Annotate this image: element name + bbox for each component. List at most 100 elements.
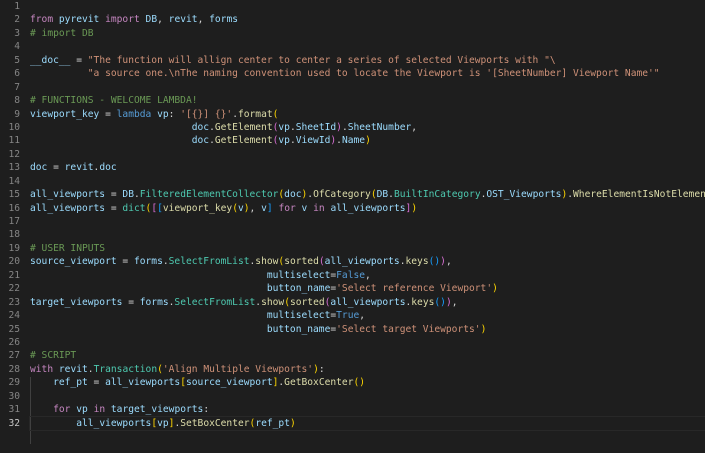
code-line[interactable] xyxy=(30,40,705,53)
code-line[interactable]: all_viewports[vp].SetBoxCenter(ref_pt) xyxy=(29,415,705,432)
code-line[interactable]: all_viewports = DB.FilteredElementCollec… xyxy=(30,188,705,201)
code-token: ) xyxy=(289,417,296,429)
code-line[interactable]: __doc__ = "The function will allign cent… xyxy=(30,54,705,67)
code-token: = xyxy=(122,296,140,308)
code-line[interactable] xyxy=(30,390,705,403)
code-token: 'Select target Viewports' xyxy=(336,323,481,335)
code-token: , xyxy=(197,14,210,26)
line-number: 25 xyxy=(8,323,20,335)
code-line[interactable]: for vp in target_viewports: xyxy=(30,403,705,416)
code-line[interactable]: button_name='Select target Viewports') xyxy=(30,323,705,336)
code-line[interactable]: "a source one.\nThe naming convention us… xyxy=(30,67,705,80)
line-number: 31 xyxy=(8,404,20,416)
code-token: format xyxy=(237,108,273,120)
code-line[interactable]: doc.GetElement(vp.SheetId).SheetNumber, xyxy=(30,121,705,134)
line-number: 12 xyxy=(8,148,20,160)
code-line[interactable]: button_name='Select reference Viewport') xyxy=(30,282,705,295)
code-token: button_name xyxy=(266,323,331,335)
code-line[interactable]: viewport_key = lambda vp: '[{}] {}'.form… xyxy=(30,108,705,121)
code-token: doc xyxy=(284,189,302,201)
line-number: 20 xyxy=(8,256,20,268)
line-number: 18 xyxy=(8,229,20,241)
line-number: 19 xyxy=(8,242,20,254)
code-line[interactable]: target_viewports = forms.SelectFromList.… xyxy=(30,296,705,309)
code-token: dict xyxy=(122,202,146,214)
code-token: for xyxy=(53,404,71,416)
code-line[interactable] xyxy=(30,336,705,349)
code-editor[interactable]: 1 2 3 4 5 6 7 8 9 10 11 12 13 14 15 16 17 18 19 20 21 22 23 24 2… xyxy=(0,0,705,453)
code-line[interactable]: # USER INPUTS xyxy=(30,242,705,255)
code-line[interactable] xyxy=(30,148,705,161)
code-line[interactable] xyxy=(30,175,705,188)
code-token: ViewId xyxy=(295,135,331,147)
code-line[interactable]: from pyrevit import DB, revit, forms xyxy=(30,13,705,26)
code-line[interactable]: doc = revit.doc xyxy=(30,161,705,174)
code-line[interactable] xyxy=(30,81,705,94)
line-number: 21 xyxy=(8,269,20,281)
code-token: SetBoxCenter xyxy=(180,417,250,429)
code-token: doc xyxy=(30,162,48,174)
line-number: 1 xyxy=(14,1,20,12)
code-token: 'Align Multiple Viewports' xyxy=(162,363,314,375)
code-token: = xyxy=(116,256,134,268)
code-token: doc xyxy=(191,135,210,147)
line-number: 10 xyxy=(8,121,20,133)
code-token: source_viewport xyxy=(185,377,273,389)
code-token: = xyxy=(99,108,117,120)
code-token: BuiltInCategory xyxy=(393,189,481,201)
code-token: OfCategory xyxy=(313,189,371,201)
code-line[interactable]: with revit.Transaction('Align Multiple V… xyxy=(30,363,705,376)
code-line[interactable]: ref_pt = all_viewports[source_viewport].… xyxy=(30,376,705,389)
code-token: '[{}] {}' xyxy=(180,108,233,120)
code-token: # FUNCTIONS - WELCOME LAMBDA! xyxy=(30,95,198,107)
code-token: , xyxy=(445,256,452,268)
line-number: 2 xyxy=(14,14,20,26)
code-token: for xyxy=(278,202,296,214)
code-line[interactable] xyxy=(30,0,705,13)
code-token: DB xyxy=(122,189,134,201)
code-token: GetElement xyxy=(214,121,273,133)
code-token: all_viewports xyxy=(330,296,406,308)
code-token: : xyxy=(318,363,325,375)
code-token: vp xyxy=(157,108,169,120)
code-line[interactable] xyxy=(30,215,705,228)
code-token: , xyxy=(157,14,169,26)
code-line[interactable]: # FUNCTIONS - WELCOME LAMBDA! xyxy=(30,94,705,107)
code-token: revit xyxy=(58,363,88,375)
code-token: SelectFromList xyxy=(174,296,256,308)
code-token: # SCRIPT xyxy=(30,350,77,362)
line-number: 14 xyxy=(8,175,20,187)
code-line[interactable]: all_viewports = dict([[viewport_key(v), … xyxy=(30,202,705,215)
code-token: OST_Viewports xyxy=(486,189,562,201)
code-token: SelectFromList xyxy=(168,256,250,268)
code-token: target_viewports xyxy=(110,404,204,416)
code-line[interactable]: multiselect=True, xyxy=(30,309,705,322)
code-line[interactable]: multiselect=False, xyxy=(30,269,705,282)
code-token: False xyxy=(336,269,366,281)
code-token: lambda xyxy=(116,108,152,120)
code-token: sorted xyxy=(289,296,325,308)
code-area[interactable]: from pyrevit import DB, revit, forms # im… xyxy=(29,0,705,432)
line-number: 15 xyxy=(8,189,20,201)
code-token: all_viewports xyxy=(76,417,152,429)
code-line[interactable]: source_viewport = forms.SelectFromList.s… xyxy=(30,255,705,268)
code-line[interactable]: doc.GetElement(vp.ViewId).Name) xyxy=(30,134,705,147)
code-line[interactable]: # SCRIPT xyxy=(30,349,705,362)
line-number: 32 xyxy=(8,417,20,429)
line-number: 13 xyxy=(8,162,20,174)
code-token: , xyxy=(411,121,418,133)
code-token: SheetNumber xyxy=(347,121,412,133)
code-token: doc xyxy=(99,162,117,174)
code-line[interactable] xyxy=(30,228,705,241)
code-token: ref_pt xyxy=(53,377,88,389)
line-number: 11 xyxy=(8,135,20,147)
code-token: ) xyxy=(365,135,371,147)
code-line[interactable]: # import DB xyxy=(30,27,705,40)
code-token: multiselect xyxy=(266,269,331,281)
code-token: vp xyxy=(278,121,290,133)
